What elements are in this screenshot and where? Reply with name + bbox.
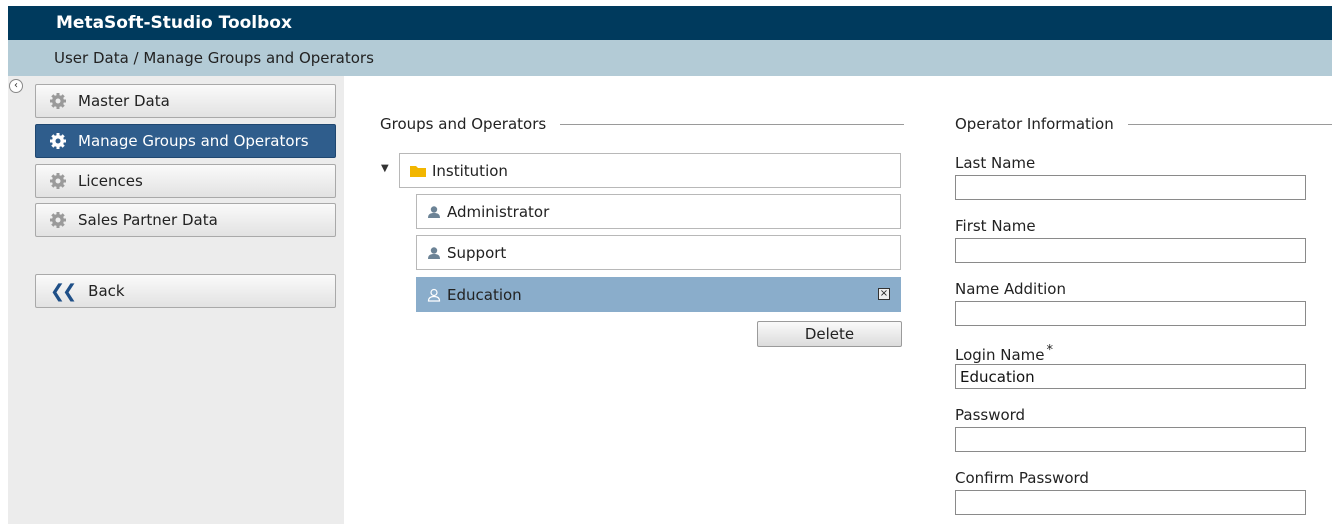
login-name-label-text: Login Name (955, 346, 1045, 364)
tree-node-label: Administrator (447, 202, 550, 221)
sidebar-item-label: Sales Partner Data (78, 211, 218, 229)
sidebar-item-licences[interactable]: Licences (35, 164, 336, 198)
first-name-field[interactable] (955, 238, 1306, 263)
first-name-label: First Name (955, 217, 1036, 235)
last-name-field[interactable] (955, 175, 1306, 200)
section-divider (1128, 124, 1332, 125)
breadcrumb: User Data / Manage Groups and Operators (8, 40, 1332, 76)
tree-node-label: Institution (432, 161, 508, 180)
collapse-sidebar-icon[interactable]: ‹ (9, 79, 23, 93)
operator-section-title: Operator Information (955, 115, 1120, 133)
groups-section-title: Groups and Operators (380, 115, 553, 133)
confirm-password-label: Confirm Password (955, 469, 1089, 487)
gear-icon (48, 171, 68, 191)
sidebar: ‹ Master Data Manage Groups and Operator… (8, 76, 344, 524)
caret-down-icon[interactable]: ▼ (381, 163, 389, 174)
remove-icon[interactable]: × (878, 288, 890, 300)
app-header: MetaSoft-Studio Toolbox (8, 6, 1332, 40)
tree-node-administrator[interactable]: Administrator (416, 194, 901, 229)
sidebar-item-manage-groups[interactable]: Manage Groups and Operators (35, 124, 336, 158)
login-name-label: Login Name * (955, 343, 1053, 364)
gear-icon (48, 91, 68, 111)
password-field[interactable] (955, 427, 1306, 452)
gear-icon (48, 210, 68, 230)
back-label: Back (88, 282, 125, 300)
sidebar-item-label: Manage Groups and Operators (78, 132, 309, 150)
delete-button[interactable]: Delete (757, 321, 902, 347)
user-icon (427, 288, 441, 302)
sidebar-item-sales-partner[interactable]: Sales Partner Data (35, 203, 336, 237)
last-name-label: Last Name (955, 154, 1036, 172)
tree-node-institution[interactable]: Institution (399, 153, 901, 188)
double-chevron-left-icon: ❮❮ (50, 280, 77, 302)
section-divider (560, 124, 904, 125)
breadcrumb-text: User Data / Manage Groups and Operators (54, 49, 374, 67)
sidebar-item-label: Master Data (78, 92, 170, 110)
tree-node-label: Support (447, 243, 507, 262)
tree-node-label: Education (447, 285, 522, 304)
gear-icon (48, 131, 68, 151)
folder-icon (410, 164, 426, 177)
sidebar-item-label: Licences (78, 172, 143, 190)
tree-node-support[interactable]: Support (416, 235, 901, 270)
name-addition-field[interactable] (955, 301, 1306, 326)
confirm-password-field[interactable] (955, 490, 1306, 515)
back-button[interactable]: ❮❮ Back (35, 274, 336, 308)
user-icon (427, 246, 441, 260)
password-label: Password (955, 406, 1026, 424)
user-icon (427, 205, 441, 219)
required-mark: * (1046, 343, 1054, 358)
app-title: MetaSoft-Studio Toolbox (56, 13, 292, 33)
sidebar-item-master-data[interactable]: Master Data (35, 84, 336, 118)
name-addition-label: Name Addition (955, 280, 1066, 298)
login-name-field[interactable] (955, 364, 1306, 389)
tree-node-education[interactable]: Education × (416, 277, 901, 312)
